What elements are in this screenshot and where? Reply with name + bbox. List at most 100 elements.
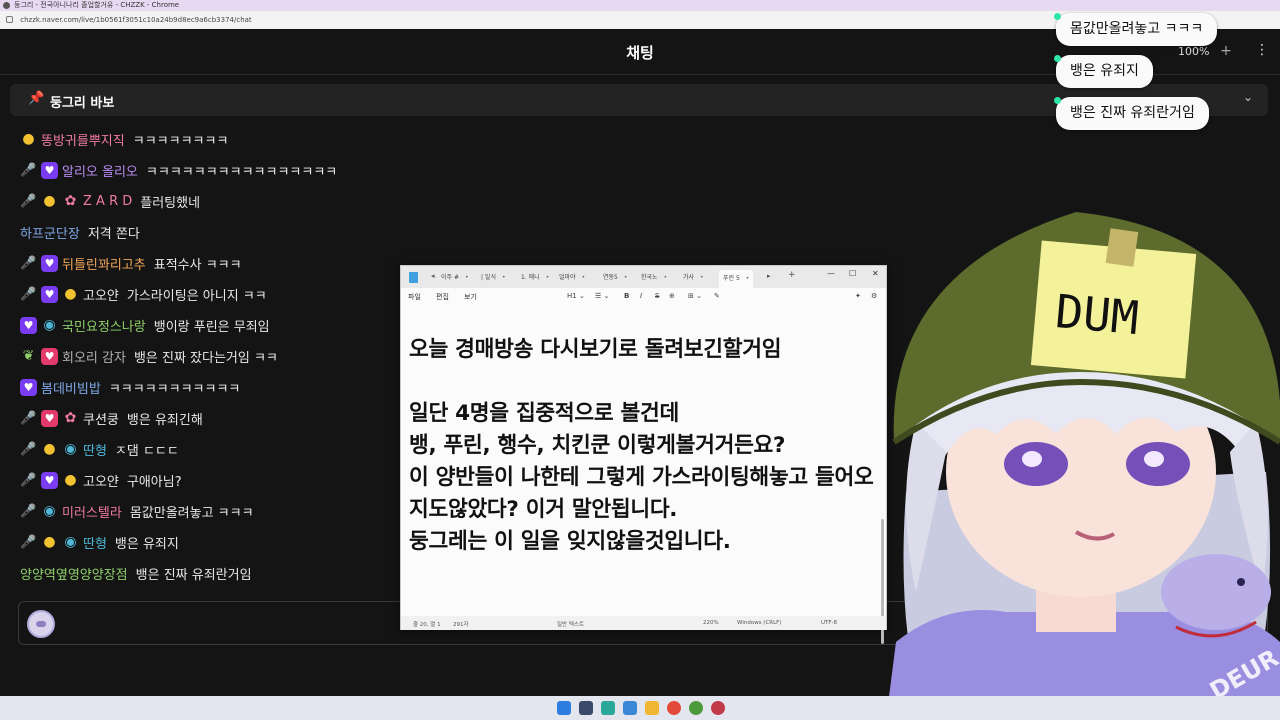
tab-close-icon[interactable]: • [502,274,506,281]
chrome-profile-icon[interactable] [689,701,703,715]
tab-close-icon[interactable]: • [746,275,750,282]
chat-text: 뱅이랑 푸린은 무죄임 [153,320,270,335]
menu-edit[interactable]: 편집 [436,292,449,302]
start-icon[interactable] [557,701,571,715]
settings-gear-icon[interactable]: ⚙ [871,292,877,300]
bubble-text: 뱅은 유죄지 [1070,63,1139,79]
notepad-content[interactable]: 오늘 경매방송 다시보기로 돌려보긴할거임 일단 4명을 집중적으로 볼건데 뱅… [409,334,879,558]
char-count: 291자 [453,622,469,628]
chatgpt-icon[interactable] [601,701,615,715]
notepad-tab[interactable]: 이주 # • [441,271,469,285]
notepad-app-icon [409,272,418,283]
chat-nickname[interactable]: 똥방귀를뿌지직 [41,130,125,149]
tab-close-icon[interactable]: • [582,274,586,281]
chat-nickname[interactable]: 뒤틀린꽈리고추 [62,254,146,273]
new-tab-button[interactable]: + [788,270,796,280]
maximize-icon[interactable]: ☐ [849,269,856,278]
chat-nickname[interactable]: 고오얀 [83,285,119,304]
heading-dropdown[interactable]: H1 ⌄ [567,292,585,300]
table-dropdown[interactable]: ⊞ ⌄ [688,292,702,300]
mic-icon: 🎤 [20,473,37,488]
menu-view[interactable]: 보기 [464,292,477,302]
site-info-icon[interactable] [6,16,13,23]
chat-nickname[interactable]: 알리오 올리오 [62,161,138,180]
italic-button[interactable]: I [640,292,642,300]
more-menu-icon[interactable]: ⋮ [1255,42,1269,58]
chat-nickname[interactable]: 양양역옆영양양장점 [20,564,128,583]
heart-badge-icon: ♥ [41,162,58,179]
heart-badge-icon: ♥ [41,286,58,303]
notepad-tab-label: 얼마야 [559,274,576,281]
chat-nickname[interactable]: Z A R D [83,194,132,209]
cursor-position: 줄 20, 열 1 [413,622,441,628]
coin-icon: ● [64,286,77,302]
tab-close-icon[interactable]: • [700,274,704,281]
notepad-tab-label: | 일식 [481,274,496,281]
chat-nickname[interactable]: 회오리 감자 [62,347,126,366]
notepad-tab-label: 연동5 [603,274,618,281]
notepad-tab-label: 1. 애니 [521,274,540,281]
coin-icon: ● [64,472,77,488]
tab-close-icon[interactable]: • [546,274,550,281]
minimize-icon[interactable]: — [827,269,835,278]
bubble-text: 몸값만올려놓고 ㅋㅋㅋ [1070,21,1204,37]
pin-icon: 📌 [28,91,45,106]
chat-nickname[interactable]: 국민요정스나랑 [62,316,146,335]
clear-format-icon[interactable]: ✎ [714,292,720,300]
pinned-text: 둥그리 바보 [50,96,115,111]
bold-button[interactable]: B [624,292,629,300]
url-text[interactable]: chzzk.naver.com/live/1b0561f3051c10a24b9… [20,16,251,24]
chat-text: ㅋㅋㅋㅋㅋㅋㅋㅋ [132,134,229,149]
chat-text: 뱅은 진짜 잤다는거임 ㅋㅋ [133,351,278,366]
window-title: 둥그리 - 전국아니나리 졸업할거유 - CHZZK - Chrome [14,1,180,9]
tab-close-icon[interactable]: • [465,274,469,281]
chat-text: 플러팅했네 [140,196,201,211]
notepad-tab[interactable]: | 일식 • [481,271,506,285]
notepad-taskbar-icon[interactable] [623,701,637,715]
text-format: 일반 텍스트 [557,622,585,628]
tab-scroll-right-icon[interactable]: ▸ [767,272,771,280]
link-icon[interactable]: ⊕ [669,292,675,300]
chat-text: 가스라이팅은 아니지 ㅋㅋ [126,289,267,304]
coin-icon: ● [22,131,35,147]
file-explorer-icon[interactable] [645,701,659,715]
close-icon[interactable]: ✕ [872,269,879,278]
tab-close-icon[interactable]: • [624,274,628,281]
copilot-icon[interactable]: ✦ [855,292,861,300]
favicon-icon [3,2,10,9]
mic-icon: 🎤 [20,504,37,519]
chat-nickname[interactable]: 쿠션쿵 [83,409,119,428]
mic-icon: 🎤 [20,194,37,209]
chat-nickname[interactable]: 하프군단장 [20,223,80,242]
notification-bubble: 뱅은 진짜 유죄란거임 [1054,97,1209,130]
strikethrough-button[interactable]: S [655,292,659,300]
chat-message: 🎤 ♥ 알리오 올리오 ㅋㅋㅋㅋㅋㅋㅋㅋㅋㅋㅋㅋㅋㅋㅋㅋ [20,155,880,186]
chevron-down-icon[interactable]: ⌄ [1243,90,1253,104]
chat-nickname[interactable]: 딴형 [83,533,107,552]
notepad-tab[interactable]: 한국노 • [641,271,667,285]
notepad-tab[interactable]: 1. 애니 • [521,271,549,285]
chat-nickname[interactable]: 미러스텔라 [62,502,122,521]
app-icon[interactable] [711,701,725,715]
notepad-tab[interactable]: 연동5 • [603,271,627,285]
globe-badge-icon: ◉ [64,441,77,457]
list-dropdown[interactable]: ☰ ⌄ [595,292,609,300]
notepad-tab[interactable]: 얼마야 • [559,271,585,285]
zoom-percent: 220% [703,620,719,626]
notepad-editor[interactable]: 오늘 경매방송 다시보기로 돌려보긴할거임 일단 4명을 집중적으로 볼건데 뱅… [401,304,886,644]
notepad-tab[interactable]: 가사 • [683,271,704,285]
chat-nickname[interactable]: 고오얀 [83,471,119,490]
notepad-tab[interactable]: 푸린 5 • [719,270,754,288]
zoom-in-button[interactable]: + [1216,43,1236,59]
chat-nickname[interactable]: 딴형 [83,440,107,459]
chrome-icon[interactable] [667,701,681,715]
search-icon[interactable] [579,701,593,715]
chat-nickname[interactable]: 봄데비빔밥 [41,378,101,397]
user-avatar[interactable] [27,610,55,638]
tab-close-icon[interactable]: • [664,274,668,281]
notepad-tab-bar: ◂ ▸ + — ☐ ✕ 이주 # • | 일식 • 1. 애니 • 얼마야 • 연동5 • 한국노 •… [401,266,886,288]
mic-icon: 🎤 [20,535,37,550]
tab-scroll-left-icon[interactable]: ◂ [431,272,435,280]
globe-badge-icon: ◉ [64,534,77,550]
menu-file[interactable]: 파일 [408,292,421,302]
